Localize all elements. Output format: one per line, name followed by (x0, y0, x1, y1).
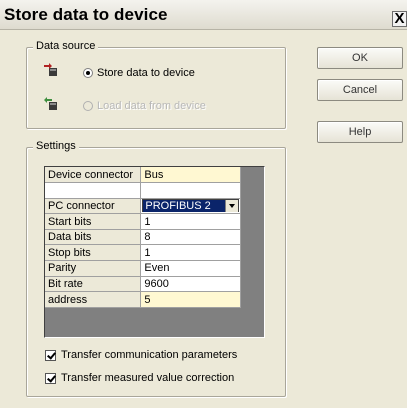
table-row[interactable]: Data bits 8 (45, 229, 241, 246)
pc-connector-selected: PROFIBUS 2 (143, 199, 225, 212)
property-value[interactable]: Bus (140, 167, 241, 184)
property-name: Bit rate (45, 276, 142, 293)
property-value[interactable]: Even (140, 260, 241, 277)
close-icon: X (394, 11, 405, 27)
property-value[interactable]: 5 (140, 291, 241, 308)
transfer-meas-label: Transfer measured value correction (61, 372, 235, 384)
pc-connector-dropdown[interactable]: PROFIBUS 2 (142, 199, 239, 213)
table-row[interactable]: Stop bits 1 (45, 244, 241, 262)
property-name: PC connector (45, 198, 142, 215)
property-name: Start bits (45, 213, 142, 230)
property-value[interactable]: 8 (140, 229, 241, 246)
table-row[interactable]: Device connector Bus (45, 167, 241, 184)
title-bar[interactable]: Store data to device X (0, 0, 407, 30)
load-device-icon (44, 97, 57, 110)
load-radio-label: Load data from device (97, 100, 206, 112)
data-source-legend: Data source (33, 40, 99, 52)
property-value[interactable]: 1 (140, 213, 241, 230)
transfer-meas-option[interactable]: Transfer measured value correction (45, 372, 234, 384)
transfer-comm-option[interactable]: Transfer communication parameters (45, 349, 237, 361)
transfer-meas-checkbox[interactable] (45, 372, 56, 384)
property-name: address (45, 291, 142, 308)
table-row[interactable]: address 5 (45, 291, 241, 308)
table-row[interactable]: Start bits 1 (45, 213, 241, 230)
store-data-dialog: Store data to device X Data source Store… (0, 0, 407, 408)
property-name: Device connector (45, 167, 142, 184)
ok-button[interactable]: OK (317, 47, 403, 69)
chevron-down-icon[interactable] (225, 199, 238, 212)
dialog-title: Store data to device (4, 5, 168, 24)
help-button[interactable]: Help (317, 121, 403, 143)
table-row[interactable]: Parity Even (45, 260, 241, 277)
load-radio-option[interactable]: Load data from device (83, 100, 206, 112)
property-name (45, 182, 142, 199)
settings-table: Device connector Bus PC connector PROFIB… (45, 167, 241, 308)
property-value[interactable]: 9600 (140, 276, 241, 293)
settings-property-grid[interactable]: Device connector Bus PC connector PROFIB… (44, 166, 265, 338)
transfer-comm-checkbox[interactable] (45, 349, 56, 361)
store-radio-option[interactable]: Store data to device (83, 67, 195, 79)
settings-legend: Settings (33, 140, 79, 152)
store-radio-label: Store data to device (97, 67, 195, 79)
load-radio[interactable] (83, 101, 93, 111)
property-name: Parity (45, 260, 142, 277)
store-device-icon (44, 63, 57, 76)
transfer-comm-label: Transfer communication parameters (61, 349, 238, 361)
table-row[interactable]: PC connector PROFIBUS 2 (45, 198, 241, 215)
table-row (45, 182, 241, 199)
property-value[interactable]: 1 (140, 244, 241, 262)
property-name: Data bits (45, 229, 142, 246)
data-source-group: Data source (26, 40, 286, 129)
store-radio[interactable] (83, 68, 93, 78)
table-row[interactable]: Bit rate 9600 (45, 276, 241, 293)
close-button[interactable]: X (392, 11, 407, 27)
property-value (140, 182, 241, 199)
cancel-button[interactable]: Cancel (317, 79, 403, 101)
pc-connector-dropdown-cell[interactable]: PROFIBUS 2 (140, 198, 241, 215)
property-name: Stop bits (45, 244, 142, 262)
